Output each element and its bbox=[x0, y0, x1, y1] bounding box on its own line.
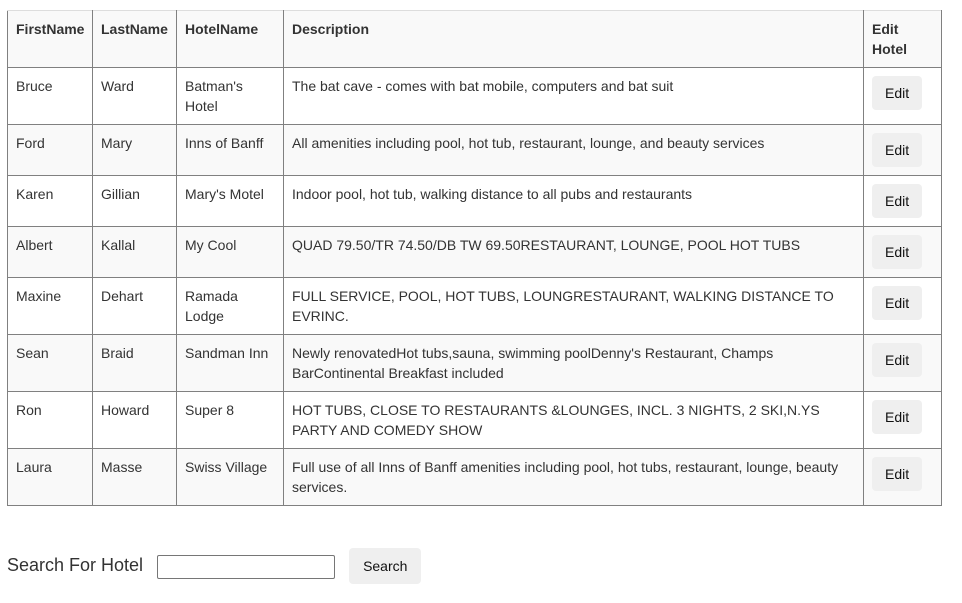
search-button[interactable]: Search bbox=[349, 548, 422, 584]
table-row: Albert Kallal My Cool QUAD 79.50/TR 74.5… bbox=[7, 226, 942, 278]
table-row: Ron Howard Super 8 HOT TUBS, CLOSE TO RE… bbox=[7, 391, 942, 449]
page: FirstName LastName HotelName Description… bbox=[0, 0, 962, 603]
cell-hotel-name: Swiss Village bbox=[176, 448, 284, 506]
edit-button[interactable]: Edit bbox=[872, 400, 923, 434]
search-input[interactable] bbox=[157, 555, 336, 579]
cell-last-name: Kallal bbox=[92, 226, 177, 278]
edit-button[interactable]: Edit bbox=[872, 457, 923, 491]
cell-last-name: Ward bbox=[92, 67, 177, 125]
header-description: Description bbox=[283, 10, 864, 68]
cell-edit: Edit bbox=[863, 124, 942, 176]
table-row: Sean Braid Sandman Inn Newly renovatedHo… bbox=[7, 334, 942, 392]
cell-description: QUAD 79.50/TR 74.50/DB TW 69.50RESTAURAN… bbox=[283, 226, 864, 278]
edit-button[interactable]: Edit bbox=[872, 286, 923, 320]
table-row: Laura Masse Swiss Village Full use of al… bbox=[7, 448, 942, 506]
cell-description: Indoor pool, hot tub, walking distance t… bbox=[283, 175, 864, 227]
cell-last-name: Howard bbox=[92, 391, 177, 449]
cell-hotel-name: Mary's Motel bbox=[176, 175, 284, 227]
cell-first-name: Ron bbox=[7, 391, 93, 449]
hotels-table: FirstName LastName HotelName Description… bbox=[7, 10, 942, 506]
cell-description: HOT TUBS, CLOSE TO RESTAURANTS &LOUNGES,… bbox=[283, 391, 864, 449]
table-header-row: FirstName LastName HotelName Description… bbox=[7, 10, 942, 68]
cell-hotel-name: Batman's Hotel bbox=[176, 67, 284, 125]
edit-button[interactable]: Edit bbox=[872, 76, 923, 110]
search-label: Search For Hotel bbox=[7, 554, 144, 575]
header-last-name: LastName bbox=[92, 10, 177, 68]
cell-last-name: Gillian bbox=[92, 175, 177, 227]
cell-description: All amenities including pool, hot tub, r… bbox=[283, 124, 864, 176]
cell-first-name: Bruce bbox=[7, 67, 93, 125]
header-hotel-name: HotelName bbox=[176, 10, 284, 68]
cell-description: Full use of all Inns of Banff amenities … bbox=[283, 448, 864, 506]
cell-edit: Edit bbox=[863, 391, 942, 449]
edit-button[interactable]: Edit bbox=[872, 235, 923, 269]
cell-hotel-name: Sandman Inn bbox=[176, 334, 284, 392]
cell-last-name: Masse bbox=[92, 448, 177, 506]
edit-button[interactable]: Edit bbox=[872, 133, 923, 167]
cell-last-name: Braid bbox=[92, 334, 177, 392]
cell-hotel-name: My Cool bbox=[176, 226, 284, 278]
table-row: Maxine Dehart Ramada Lodge FULL SERVICE,… bbox=[7, 277, 942, 335]
cell-hotel-name: Ramada Lodge bbox=[176, 277, 284, 335]
header-first-name: FirstName bbox=[7, 10, 93, 68]
table-row: Karen Gillian Mary's Motel Indoor pool, … bbox=[7, 175, 942, 227]
cell-first-name: Sean bbox=[7, 334, 93, 392]
cell-first-name: Maxine bbox=[7, 277, 93, 335]
cell-edit: Edit bbox=[863, 277, 942, 335]
cell-description: FULL SERVICE, POOL, HOT TUBS, LOUNGRESTA… bbox=[283, 277, 864, 335]
cell-hotel-name: Super 8 bbox=[176, 391, 284, 449]
header-edit-hotel: Edit Hotel bbox=[863, 10, 942, 68]
edit-button[interactable]: Edit bbox=[872, 184, 923, 218]
search-form: Search For Hotel Search bbox=[7, 546, 422, 584]
cell-first-name: Albert bbox=[7, 226, 93, 278]
table-row: Ford Mary Inns of Banff All amenities in… bbox=[7, 124, 942, 176]
cell-hotel-name: Inns of Banff bbox=[176, 124, 284, 176]
cell-edit: Edit bbox=[863, 175, 942, 227]
cell-edit: Edit bbox=[863, 226, 942, 278]
cell-description: Newly renovatedHot tubs,sauna, swimming … bbox=[283, 334, 864, 392]
cell-first-name: Karen bbox=[7, 175, 93, 227]
cell-last-name: Dehart bbox=[92, 277, 177, 335]
cell-last-name: Mary bbox=[92, 124, 177, 176]
cell-first-name: Laura bbox=[7, 448, 93, 506]
cell-edit: Edit bbox=[863, 448, 942, 506]
cell-first-name: Ford bbox=[7, 124, 93, 176]
cell-edit: Edit bbox=[863, 67, 942, 125]
edit-button[interactable]: Edit bbox=[872, 343, 923, 377]
cell-description: The bat cave - comes with bat mobile, co… bbox=[283, 67, 864, 125]
table-row: Bruce Ward Batman's Hotel The bat cave -… bbox=[7, 67, 942, 125]
cell-edit: Edit bbox=[863, 334, 942, 392]
